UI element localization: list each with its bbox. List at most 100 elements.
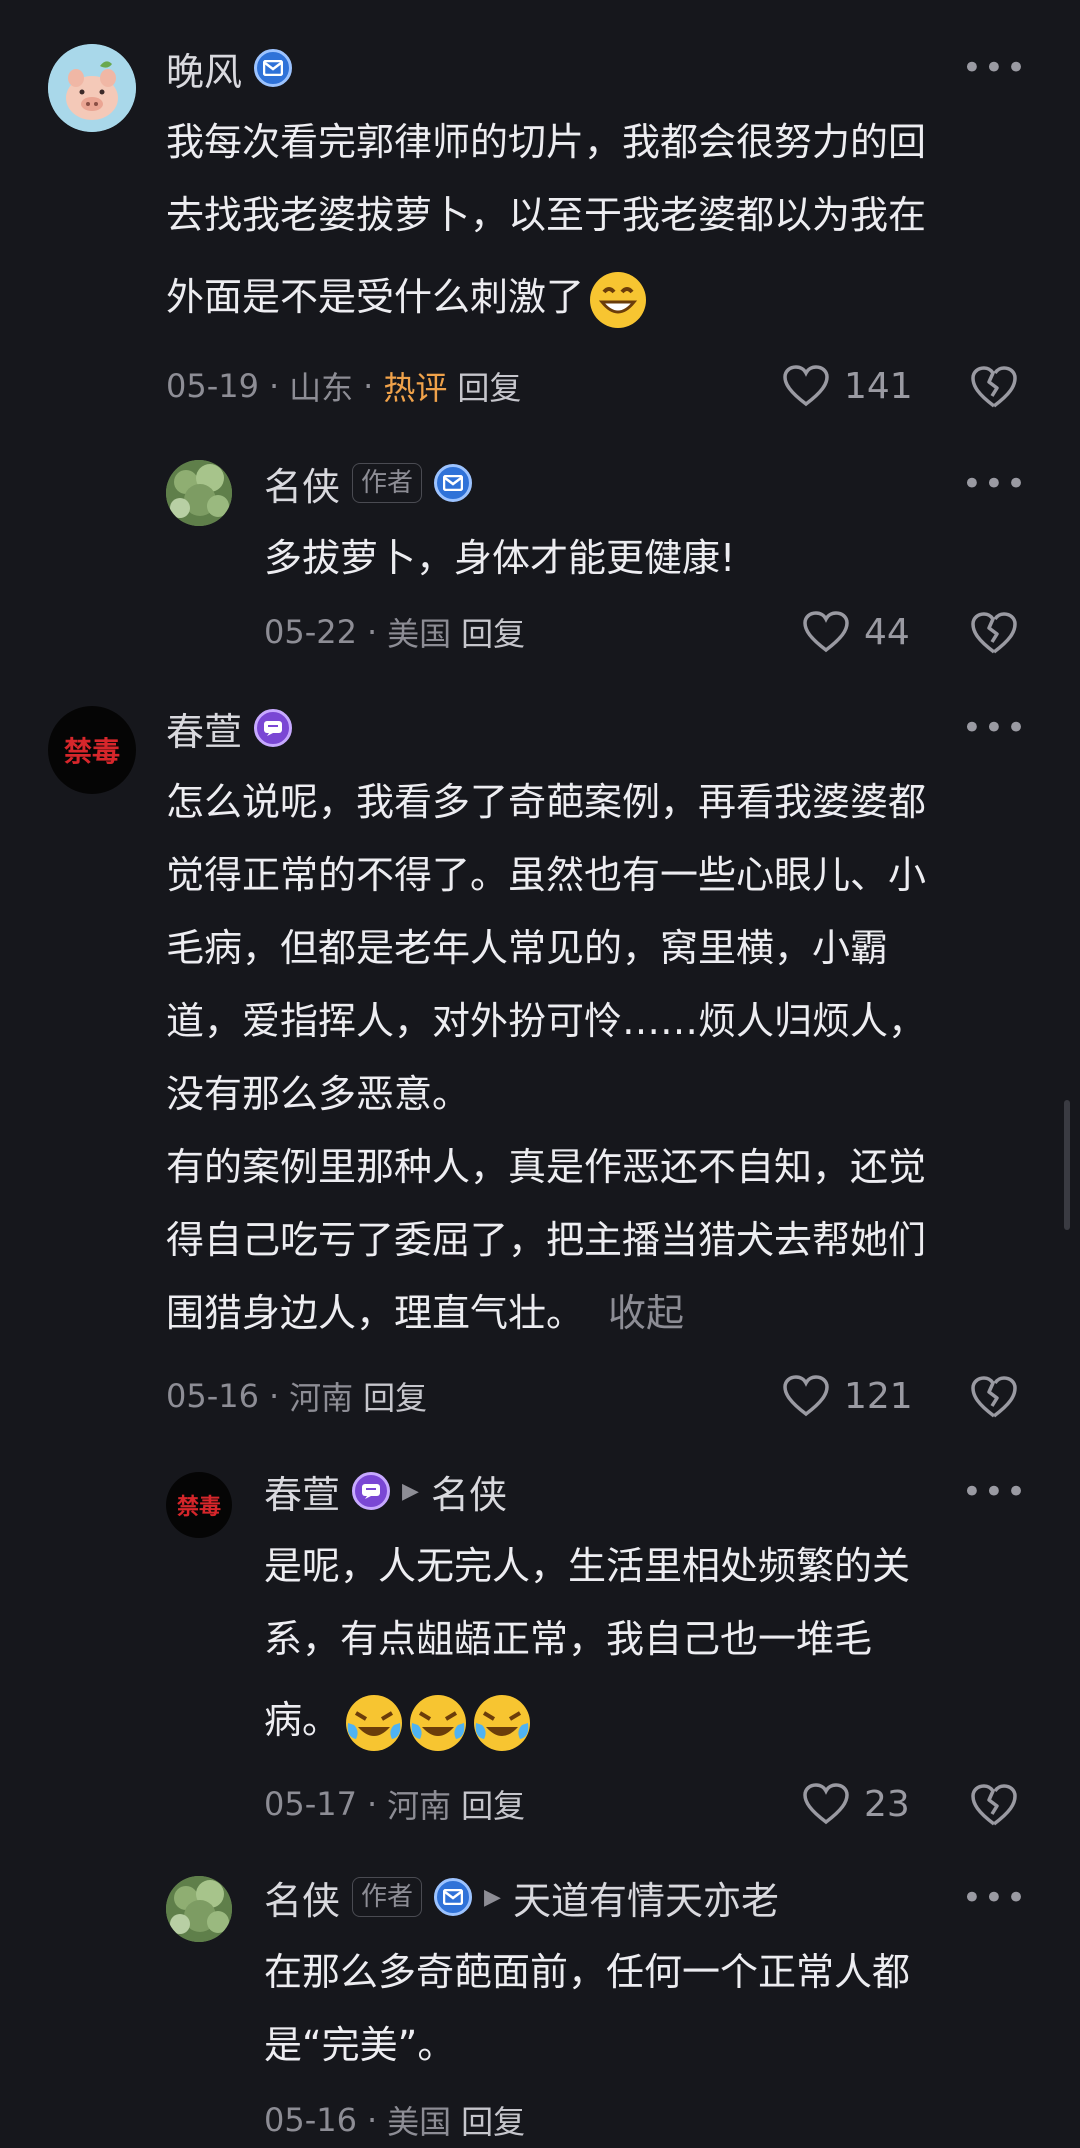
avatar[interactable]: [48, 44, 136, 132]
comment-meta: 05-16 · 河南 回复: [166, 1372, 427, 1420]
broken-heart-icon[interactable]: [970, 610, 1018, 656]
reply-arrow-icon: ▶: [402, 1478, 419, 1504]
user-name[interactable]: 晚风: [166, 41, 242, 96]
reply-button[interactable]: 回复: [457, 363, 521, 409]
comment-line: 没有那么多恶意。: [166, 1072, 471, 1116]
comment-line: 有的案例里那种人，真是作恶还不自知，还觉: [166, 1145, 927, 1189]
heart-icon: [803, 1783, 849, 1825]
comment-line: 外面是不是受什么刺激了: [166, 275, 585, 319]
comment-date: 05-19: [166, 367, 259, 405]
like-button[interactable]: 23: [802, 1780, 910, 1828]
comment-location: 山东: [289, 369, 354, 407]
comment-line: 在那么多奇葩面前，任何一个正常人都: [264, 1950, 911, 1994]
verified-badge-icon: [434, 1878, 473, 1916]
like-button[interactable]: 141: [782, 362, 913, 410]
comment-line: 是“完美”。: [264, 2023, 456, 2067]
comment-date: 05-22: [264, 613, 357, 651]
avatar[interactable]: 禁毒: [48, 706, 136, 794]
user-name-row: 春萱: [166, 701, 293, 756]
comment-meta: 05-22 · 美国 回复: [264, 608, 525, 656]
laugh-cry-emoji-icon: [410, 1694, 467, 1751]
hot-comment-label: 热评: [383, 369, 448, 407]
comment-text: 怎么说呢，我看多了奇葩案例，再看我婆婆都 觉得正常的不得了。虽然也有一些心眼儿、…: [166, 766, 926, 1350]
comment-line: 觉得正常的不得了。虽然也有一些心眼儿、小: [166, 853, 927, 897]
comment-text: 在那么多奇葩面前，任何一个正常人都 是“完美”。: [264, 1936, 910, 2082]
broken-heart-icon[interactable]: [970, 364, 1018, 410]
member-badge-icon: [254, 709, 293, 747]
comment-line: 毛病，但都是老年人常见的，窝里横，小霸: [166, 926, 889, 970]
comment-line: 得自己吃亏了委屈了，把主播当猎犬去帮她们: [166, 1218, 927, 1262]
meta-separator: ·: [366, 1785, 378, 1823]
reply-to-name[interactable]: 名侠: [431, 1464, 507, 1519]
comment-meta: 05-17 · 河南 回复: [264, 1780, 525, 1828]
tree-avatar-icon: [166, 460, 232, 526]
meta-separator: ·: [268, 1377, 280, 1415]
meta-separator: ·: [363, 367, 374, 405]
avatar-text: 禁毒: [176, 1494, 221, 1520]
meta-separator: ·: [366, 2101, 378, 2139]
heart-icon: [803, 611, 849, 653]
comment-text: 多拔萝卜，身体才能更健康!: [264, 522, 735, 595]
more-options-icon[interactable]: •••: [962, 711, 1028, 745]
comment-line: 系，有点龃龉正常，我自己也一堆毛: [264, 1617, 873, 1661]
user-name-row: 名侠 作者 ▶ 天道有情天亦老: [264, 1870, 779, 1925]
verified-badge-icon: [434, 464, 473, 502]
more-options-icon[interactable]: •••: [962, 467, 1028, 501]
avatar[interactable]: 禁毒: [166, 1472, 232, 1538]
reply-to-name[interactable]: 天道有情天亦老: [513, 1870, 779, 1925]
comment-meta: 05-16 · 美国 回复: [264, 2096, 525, 2144]
reply-button[interactable]: 回复: [461, 1781, 525, 1827]
comment-text: 我每次看完郭律师的切片，我都会很努力的回 去找我老婆拔萝卜，以至于我老婆都以为我…: [166, 106, 926, 342]
heart-icon: [783, 365, 829, 407]
more-options-icon[interactable]: •••: [962, 51, 1028, 85]
member-badge-icon: [352, 1472, 391, 1510]
comment-date: 05-16: [264, 2101, 357, 2139]
more-options-icon[interactable]: •••: [962, 1881, 1028, 1915]
comment-date: 05-17: [264, 1785, 357, 1823]
comment-meta: 05-19 · 山东 · 热评 回复: [166, 362, 521, 410]
broken-heart-icon[interactable]: [970, 1374, 1018, 1420]
like-button[interactable]: 44: [802, 608, 910, 656]
avatar-text: 禁毒: [63, 735, 120, 768]
comment-location: 美国: [387, 2103, 452, 2141]
like-button[interactable]: 121: [782, 1372, 913, 1420]
like-count: 44: [864, 611, 910, 653]
comment-line-with-collapse: 围猎身边人，理直气壮。 收起: [166, 1277, 926, 1350]
laugh-cry-emoji-icon: [474, 1694, 531, 1751]
reply-arrow-icon: ▶: [484, 1884, 501, 1910]
broken-heart-icon[interactable]: [970, 1782, 1018, 1828]
laugh-cry-emoji-icon: [346, 1694, 403, 1751]
tree-avatar-icon: [166, 1876, 232, 1942]
comment-line: 去找我老婆拔萝卜，以至于我老婆都以为我在: [166, 193, 927, 237]
author-tag: 作者: [352, 1877, 423, 1917]
user-name-row: 晚风: [166, 41, 293, 96]
pig-avatar-icon: [48, 44, 136, 132]
user-name[interactable]: 名侠: [264, 456, 340, 511]
collapse-button[interactable]: 收起: [608, 1291, 684, 1335]
user-name[interactable]: 名侠: [264, 1870, 340, 1925]
user-name[interactable]: 春萱: [264, 1464, 340, 1519]
author-tag: 作者: [352, 463, 423, 503]
reply-button[interactable]: 回复: [461, 2097, 525, 2143]
comment-location: 美国: [387, 615, 452, 653]
more-options-icon[interactable]: •••: [962, 1475, 1028, 1509]
like-count: 23: [864, 1783, 910, 1825]
like-count: 121: [844, 1375, 913, 1417]
user-name-row: 春萱 ▶ 名侠: [264, 1464, 507, 1519]
comment-location: 河南: [289, 1379, 354, 1417]
reply-button[interactable]: 回复: [461, 609, 525, 655]
verified-badge-icon: [254, 49, 293, 87]
comment-line: 道，爱指挥人，对外扮可怜……烦人归烦人，: [166, 999, 927, 1043]
comment-line: 我每次看完郭律师的切片，我都会很努力的回: [166, 120, 927, 164]
comment-line-with-emoji: 病。: [264, 1676, 910, 1764]
meta-separator: ·: [268, 367, 280, 405]
avatar[interactable]: [166, 1876, 232, 1942]
comment-line: 是呢，人无完人，生活里相处频繁的关: [264, 1544, 911, 1588]
user-name[interactable]: 春萱: [166, 701, 242, 756]
scrollbar[interactable]: [1064, 1100, 1070, 1230]
comment-date: 05-16: [166, 1377, 259, 1415]
avatar[interactable]: [166, 460, 232, 526]
comment-line-with-emoji: 外面是不是受什么刺激了: [166, 252, 926, 342]
meta-separator: ·: [366, 613, 378, 651]
reply-button[interactable]: 回复: [363, 1373, 427, 1419]
